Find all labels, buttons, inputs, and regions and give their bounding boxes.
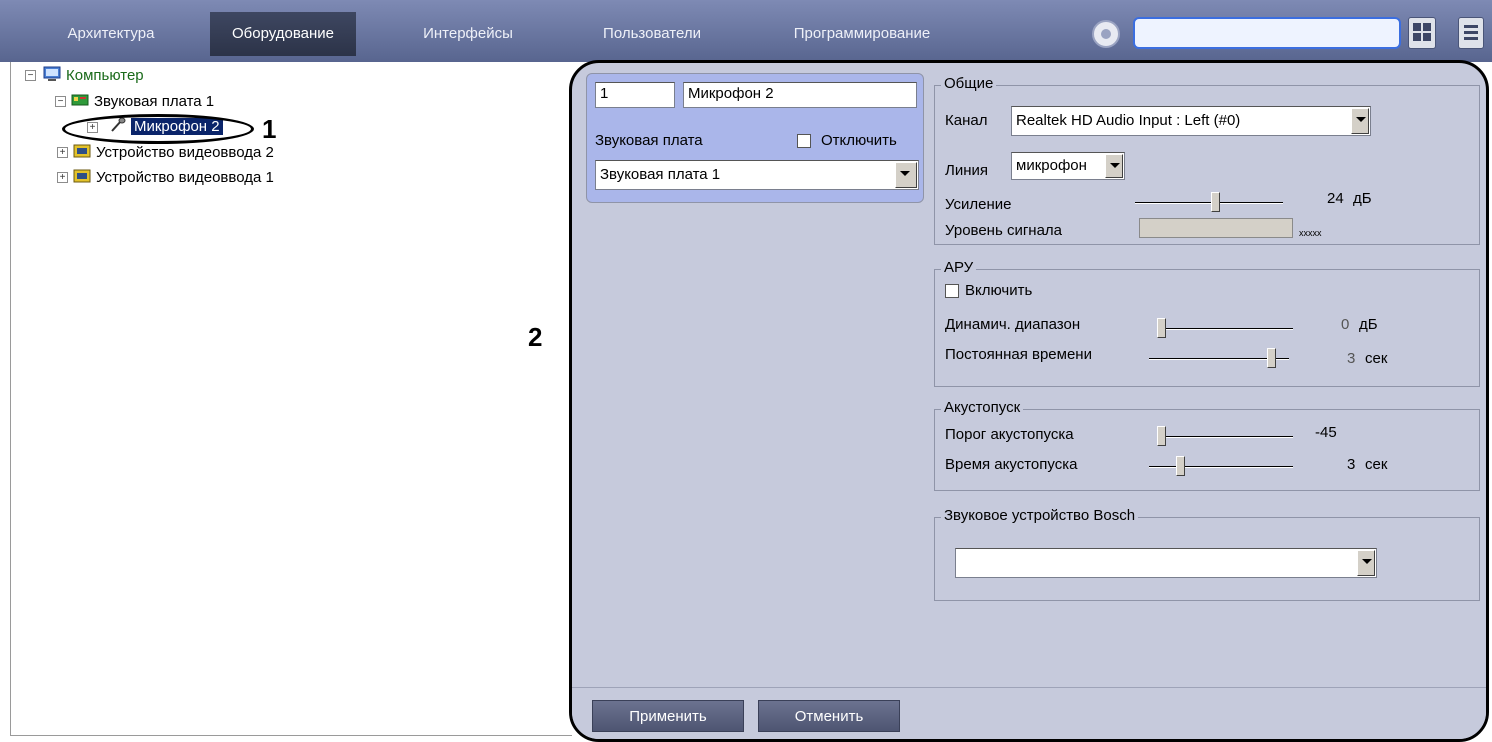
video-input-icon bbox=[73, 169, 91, 183]
callout-oval bbox=[62, 114, 254, 144]
vox-threshold-label: Порог акустопуска bbox=[945, 426, 1074, 443]
cancel-button[interactable]: Отменить bbox=[758, 700, 900, 732]
settings-gear-icon[interactable] bbox=[1092, 20, 1120, 48]
group-agc-title: АРУ bbox=[941, 259, 977, 276]
tree-node-sound-card[interactable]: Звуковая плата 1 bbox=[94, 91, 214, 113]
line-select[interactable]: микрофон bbox=[1011, 152, 1125, 180]
group-general-title: Общие bbox=[941, 75, 997, 92]
top-tab-bar: Архитектура Оборудование Интерфейсы Поль… bbox=[0, 0, 1492, 62]
sound-card-icon bbox=[71, 94, 89, 106]
bosch-device-select[interactable] bbox=[955, 548, 1377, 578]
group-vox: Акустопуск Порог акустопуска -45 Время а… bbox=[934, 399, 1480, 491]
channel-label: Канал bbox=[945, 112, 988, 129]
collapse-toggle[interactable]: − bbox=[55, 96, 66, 107]
tab-programming[interactable]: Программирование bbox=[770, 12, 954, 56]
tree-node-video-input-1[interactable]: Устройство видеоввода 1 bbox=[96, 167, 274, 189]
dynamic-range-slider-track bbox=[1157, 328, 1293, 330]
chevron-down-icon[interactable] bbox=[1105, 154, 1123, 178]
object-id-field[interactable]: 1 bbox=[595, 82, 675, 108]
parent-select[interactable]: Звуковая плата 1 bbox=[595, 160, 919, 190]
tree-node-computer[interactable]: Компьютер bbox=[66, 65, 144, 87]
line-select-value: микрофон bbox=[1016, 157, 1087, 174]
object-name-field[interactable]: Микрофон 2 bbox=[683, 82, 917, 108]
group-general: Общие Канал Realtek HD Audio Input : Lef… bbox=[934, 75, 1480, 245]
channel-select-value: Realtek HD Audio Input : Left (#0) bbox=[1016, 112, 1241, 129]
agc-enable-label: Включить bbox=[965, 282, 1033, 299]
time-constant-unit: сек bbox=[1365, 350, 1388, 367]
gain-unit: дБ bbox=[1353, 190, 1372, 207]
callout-number-2: 2 bbox=[528, 322, 543, 352]
parent-label: Звуковая плата bbox=[595, 132, 703, 149]
signal-level-bar bbox=[1139, 218, 1293, 238]
time-constant-value: 3 bbox=[1347, 350, 1356, 367]
vox-time-label: Время акустопуска bbox=[945, 456, 1078, 473]
computer-icon bbox=[43, 66, 61, 81]
agc-enable-checkbox[interactable] bbox=[945, 284, 959, 298]
time-constant-label: Постоянная времени bbox=[945, 346, 1092, 363]
vox-threshold-value: -45 bbox=[1315, 424, 1337, 441]
hardware-tree: − Компьютер − Звуковая плата 1 + Микрофо… bbox=[10, 62, 572, 736]
settings-panel: 1 Микрофон 2 Звуковая плата Отключить Зв… bbox=[569, 60, 1489, 742]
video-input-icon bbox=[73, 144, 91, 158]
chevron-down-icon[interactable] bbox=[895, 162, 917, 188]
signal-level-text: xxxxx bbox=[1299, 228, 1322, 238]
vox-time-slider-track bbox=[1149, 466, 1293, 468]
gain-slider-track bbox=[1135, 202, 1283, 204]
tab-architecture[interactable]: Архитектура bbox=[36, 12, 186, 56]
group-vox-title: Акустопуск bbox=[941, 399, 1024, 416]
dynamic-range-unit: дБ bbox=[1359, 316, 1378, 333]
line-label: Линия bbox=[945, 162, 989, 179]
chevron-down-icon[interactable] bbox=[1351, 108, 1369, 134]
signal-level-label: Уровень сигнала bbox=[945, 222, 1063, 239]
menu-icon[interactable] bbox=[1458, 17, 1484, 49]
collapse-toggle[interactable]: − bbox=[25, 70, 36, 81]
search-input[interactable] bbox=[1133, 17, 1401, 49]
dynamic-range-label: Динамич. диапазон bbox=[945, 316, 1081, 333]
apply-button[interactable]: Применить bbox=[592, 700, 744, 732]
vox-time-value: 3 bbox=[1347, 456, 1356, 473]
disable-checkbox[interactable] bbox=[797, 134, 811, 148]
gain-label: Усиление bbox=[945, 196, 1012, 213]
tab-interfaces[interactable]: Интерфейсы bbox=[392, 12, 544, 56]
vox-time-slider-thumb[interactable] bbox=[1176, 456, 1185, 476]
group-agc: АРУ Включить Динамич. диапазон 0 дБ Пост… bbox=[934, 259, 1480, 387]
tab-users[interactable]: Пользователи bbox=[574, 12, 730, 56]
expand-toggle[interactable]: + bbox=[57, 147, 68, 158]
callout-number-1: 1 bbox=[262, 114, 277, 144]
time-constant-slider-thumb[interactable] bbox=[1266, 348, 1276, 368]
dynamic-range-slider-thumb[interactable] bbox=[1157, 318, 1166, 338]
chevron-down-icon[interactable] bbox=[1357, 550, 1375, 576]
object-card: 1 Микрофон 2 Звуковая плата Отключить Зв… bbox=[586, 73, 924, 203]
vox-threshold-slider-thumb[interactable] bbox=[1157, 426, 1166, 446]
channel-select[interactable]: Realtek HD Audio Input : Left (#0) bbox=[1011, 106, 1371, 136]
group-bosch-title: Звуковое устройство Bosch bbox=[941, 507, 1139, 524]
dynamic-range-value: 0 bbox=[1341, 316, 1350, 333]
vox-time-unit: сек bbox=[1365, 456, 1388, 473]
parent-select-value: Звуковая плата 1 bbox=[600, 166, 721, 183]
vox-threshold-slider-track bbox=[1157, 436, 1293, 438]
bottom-button-bar: Применить Отменить bbox=[572, 687, 1486, 739]
gain-value: 24 bbox=[1327, 190, 1344, 207]
expand-toggle[interactable]: + bbox=[57, 172, 68, 183]
tree-node-video-input-2[interactable]: Устройство видеоввода 2 bbox=[96, 142, 274, 164]
group-bosch: Звуковое устройство Bosch bbox=[934, 507, 1480, 601]
grid-view-icon[interactable] bbox=[1408, 17, 1436, 49]
gain-slider-thumb[interactable] bbox=[1211, 192, 1221, 212]
disable-label: Отключить bbox=[821, 132, 897, 149]
tab-equipment[interactable]: Оборудование bbox=[210, 12, 356, 56]
